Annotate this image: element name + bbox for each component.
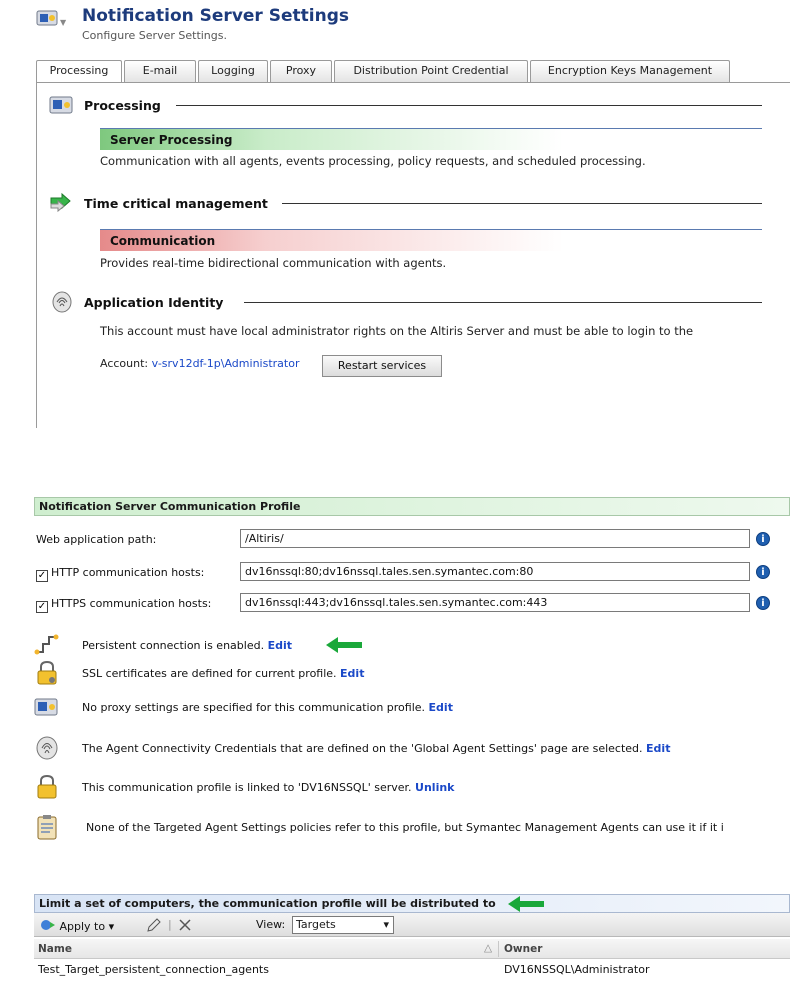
row-name: Test_Target_persistent_connection_agents xyxy=(38,963,269,976)
edit-link[interactable]: Edit xyxy=(646,742,670,755)
https-hosts-label: HTTPS communication hosts: xyxy=(51,597,212,610)
tab-logging[interactable]: Logging xyxy=(198,60,268,82)
info-icon[interactable]: i xyxy=(756,596,770,610)
edit-link[interactable]: Edit xyxy=(340,667,364,680)
clipboard-icon xyxy=(37,815,57,840)
processing-description: Communication with all agents, events pr… xyxy=(100,154,646,168)
proxy-row: No proxy settings are specified for this… xyxy=(34,694,790,720)
view-select[interactable]: Targets ▾ xyxy=(292,916,394,934)
proxy-text: No proxy settings are specified for this… xyxy=(82,701,426,714)
edit-pencil-icon[interactable] xyxy=(146,918,162,935)
column-name[interactable]: Name xyxy=(38,943,72,955)
time-critical-heading: Time critical management xyxy=(84,196,274,211)
persistent-connection-row: Persistent connection is enabled. Edit xyxy=(34,632,790,658)
agent-credentials-text: The Agent Connectivity Credentials that … xyxy=(82,742,643,755)
server-processing-bar[interactable]: Server Processing xyxy=(100,128,762,150)
tab-email[interactable]: E-mail xyxy=(124,60,196,82)
row-owner: DV16NSSQL\Administrator xyxy=(504,963,650,976)
tab-divider xyxy=(36,82,790,83)
apply-to-button[interactable]: Apply to ▾ xyxy=(40,918,114,933)
sort-icon: △ xyxy=(484,942,493,954)
edit-link[interactable]: Edit xyxy=(268,639,292,652)
tab-distribution-point-credential[interactable]: Distribution Point Credential xyxy=(334,60,528,82)
panel-border xyxy=(36,82,37,428)
persistent-connection-text: Persistent connection is enabled. xyxy=(82,639,265,652)
restart-services-button[interactable]: Restart services xyxy=(322,355,442,377)
divider xyxy=(244,302,762,303)
lock-icon xyxy=(37,774,57,799)
https-checkbox[interactable]: ✓ xyxy=(36,601,48,613)
arrows-icon xyxy=(50,192,71,213)
info-icon[interactable]: i xyxy=(756,532,770,546)
server-link-text: This communication profile is linked to … xyxy=(82,781,412,794)
green-arrow-icon xyxy=(326,637,362,653)
account-label: Account: xyxy=(100,357,149,370)
unlink-link[interactable]: Unlink xyxy=(415,781,454,794)
tab-processing[interactable]: Processing xyxy=(36,60,122,83)
agent-credentials-row: The Agent Connectivity Credentials that … xyxy=(34,735,790,761)
targeted-settings-text: None of the Targeted Agent Settings poli… xyxy=(86,821,724,834)
identity-description: This account must have local administrat… xyxy=(100,324,694,338)
server-link-row: This communication profile is linked to … xyxy=(34,774,790,800)
table-row[interactable]: Test_Target_persistent_connection_agents… xyxy=(34,960,790,980)
proxy-icon xyxy=(34,698,58,716)
toolbar-separator: | xyxy=(168,918,172,931)
page-header: ▼ Notification Server Settings Configure… xyxy=(36,4,790,44)
info-icon[interactable]: i xyxy=(756,565,770,579)
green-arrow-icon xyxy=(508,896,544,912)
settings-tabs: Processing E-mail Logging Proxy Distribu… xyxy=(36,60,790,83)
application-identity-section: Application Identity xyxy=(48,291,790,313)
chevron-down-icon[interactable]: ▼ xyxy=(60,18,68,27)
persistent-connection-icon xyxy=(34,634,59,655)
toolbar: Apply to ▾ | View: Targets ▾ xyxy=(34,913,790,937)
limit-title: Limit a set of computers, the communicat… xyxy=(39,897,496,910)
chevron-down-icon: ▾ xyxy=(383,918,389,931)
processing-heading: Processing xyxy=(84,98,167,113)
ssl-row: SSL certificates are defined for current… xyxy=(34,660,790,686)
divider xyxy=(282,203,762,204)
column-divider xyxy=(498,941,499,957)
limit-computers-header: Limit a set of computers, the communicat… xyxy=(34,894,790,913)
communication-bar[interactable]: Communication xyxy=(100,229,762,251)
targeted-settings-row: None of the Targeted Agent Settings poli… xyxy=(34,814,790,840)
http-hosts-input[interactable]: dv16nssql:80;dv16nssql.tales.sen.symante… xyxy=(240,562,750,581)
processing-icon xyxy=(49,96,73,114)
communication-profile-header: Notification Server Communication Profil… xyxy=(34,497,790,516)
delete-icon[interactable] xyxy=(178,918,192,935)
server-settings-icon xyxy=(36,10,58,26)
view-label: View: xyxy=(256,918,286,931)
https-hosts-row: ✓ HTTPS communication hosts: xyxy=(36,597,211,613)
http-checkbox[interactable]: ✓ xyxy=(36,570,48,582)
time-critical-section: Time critical management xyxy=(48,192,790,214)
https-hosts-input[interactable]: dv16nssql:443;dv16nssql.tales.sen.symant… xyxy=(240,593,750,612)
account-link[interactable]: v-srv12df-1p\Administrator xyxy=(152,357,300,370)
apply-to-label: Apply to xyxy=(59,920,106,933)
account-line: Account: v-srv12df-1p\Administrator xyxy=(100,357,299,370)
application-identity-heading: Application Identity xyxy=(84,295,230,310)
grid-header: Name △ Owner xyxy=(34,939,790,959)
tab-encryption-keys-management[interactable]: Encryption Keys Management xyxy=(530,60,730,82)
page-title: Notification Server Settings xyxy=(82,6,349,26)
communication-description: Provides real-time bidirectional communi… xyxy=(100,256,447,270)
http-hosts-label: HTTP communication hosts: xyxy=(51,566,205,579)
tab-proxy[interactable]: Proxy xyxy=(270,60,332,82)
fingerprint-icon xyxy=(52,291,72,313)
web-path-input[interactable]: /Altiris/ xyxy=(240,529,750,548)
ssl-lock-icon xyxy=(37,660,57,685)
ssl-text: SSL certificates are defined for current… xyxy=(82,667,337,680)
processing-section: Processing xyxy=(48,94,790,116)
view-select-value: Targets xyxy=(296,918,336,931)
http-hosts-row: ✓ HTTP communication hosts: xyxy=(36,566,204,582)
page-subtitle: Configure Server Settings. xyxy=(82,29,227,42)
apply-to-icon xyxy=(41,920,55,930)
divider xyxy=(176,105,762,106)
fingerprint-icon xyxy=(36,736,58,760)
edit-link[interactable]: Edit xyxy=(429,701,453,714)
web-path-label: Web application path: xyxy=(36,533,157,546)
column-owner[interactable]: Owner xyxy=(504,943,542,955)
